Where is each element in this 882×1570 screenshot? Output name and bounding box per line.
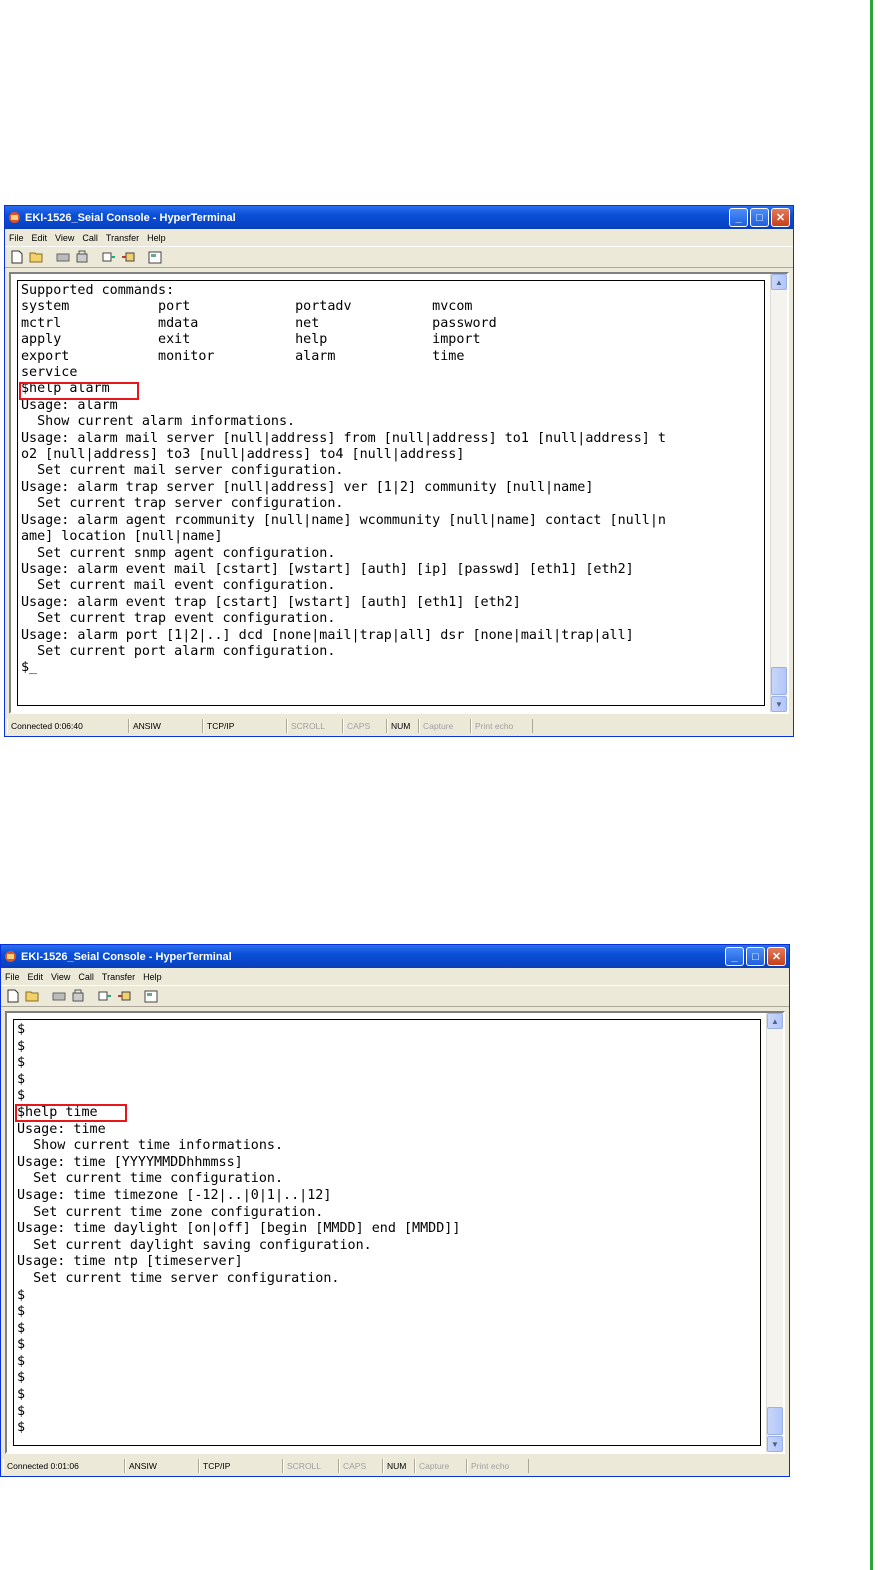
status-connected: Connected 0:06:40 bbox=[7, 719, 129, 733]
status-emulation: ANSIW bbox=[129, 719, 203, 733]
menu-view[interactable]: View bbox=[51, 972, 70, 982]
scroll-thumb[interactable] bbox=[767, 1407, 783, 1435]
disconnect-icon[interactable] bbox=[55, 249, 71, 265]
maximize-icon[interactable]: □ bbox=[750, 208, 769, 227]
menu-edit[interactable]: Edit bbox=[28, 972, 44, 982]
status-num: NUM bbox=[383, 1459, 415, 1473]
menu-bar: File Edit View Call Transfer Help bbox=[1, 968, 789, 985]
status-emulation: ANSIW bbox=[125, 1459, 199, 1473]
scroll-up-icon[interactable]: ▲ bbox=[767, 1013, 783, 1029]
menu-transfer[interactable]: Transfer bbox=[106, 233, 139, 243]
send-icon[interactable] bbox=[101, 249, 117, 265]
receive-icon[interactable] bbox=[120, 249, 136, 265]
menu-help[interactable]: Help bbox=[143, 972, 162, 982]
title-bar[interactable]: EKI-1526_Seial Console - HyperTerminal _… bbox=[5, 206, 793, 229]
vertical-scrollbar[interactable]: ▲ ▼ bbox=[766, 1013, 783, 1452]
send-icon[interactable] bbox=[97, 988, 113, 1004]
title-bar[interactable]: EKI-1526_Seial Console - HyperTerminal _… bbox=[1, 945, 789, 968]
hyperterminal-app-icon bbox=[5, 951, 16, 962]
menu-file[interactable]: File bbox=[5, 972, 20, 982]
status-print-echo: Print echo bbox=[467, 1459, 529, 1473]
window-title: EKI-1526_Seial Console - HyperTerminal bbox=[21, 950, 232, 963]
status-scroll: SCROLL bbox=[287, 719, 343, 733]
menu-view[interactable]: View bbox=[55, 233, 74, 243]
disconnect-icon[interactable] bbox=[51, 988, 67, 1004]
terminal-area[interactable]: $ $ $ $ $ $help time Usage: time Show cu… bbox=[5, 1011, 785, 1454]
close-icon[interactable]: ✕ bbox=[771, 208, 790, 227]
minimize-icon[interactable]: _ bbox=[729, 208, 748, 227]
terminal-output: $ $ $ $ $ $help time Usage: time Show cu… bbox=[17, 1022, 461, 1436]
properties-icon[interactable] bbox=[143, 988, 159, 1004]
status-caps: CAPS bbox=[343, 719, 387, 733]
status-num: NUM bbox=[387, 719, 419, 733]
new-icon[interactable] bbox=[5, 988, 21, 1004]
hyperterminal-window-alarm: EKI-1526_Seial Console - HyperTerminal _… bbox=[4, 205, 794, 737]
menu-help[interactable]: Help bbox=[147, 233, 166, 243]
menu-call[interactable]: Call bbox=[78, 972, 94, 982]
scroll-down-icon[interactable]: ▼ bbox=[771, 696, 787, 712]
terminal-screen[interactable]: $ $ $ $ $ $help time Usage: time Show cu… bbox=[13, 1019, 761, 1446]
status-protocol: TCP/IP bbox=[203, 719, 287, 733]
status-protocol: TCP/IP bbox=[199, 1459, 283, 1473]
menu-file[interactable]: File bbox=[9, 233, 24, 243]
menu-bar: File Edit View Call Transfer Help bbox=[5, 229, 793, 246]
hyperterminal-window-time: EKI-1526_Seial Console - HyperTerminal _… bbox=[0, 944, 790, 1477]
open-icon[interactable] bbox=[24, 988, 40, 1004]
status-capture: Capture bbox=[419, 719, 471, 733]
page-margin-rule bbox=[870, 0, 873, 1570]
status-print-echo: Print echo bbox=[471, 719, 533, 733]
hyperterminal-app-icon bbox=[9, 212, 20, 223]
status-bar: Connected 0:06:40 ANSIW TCP/IP SCROLL CA… bbox=[5, 716, 793, 736]
scroll-thumb[interactable] bbox=[771, 667, 787, 695]
scroll-down-icon[interactable]: ▼ bbox=[767, 1436, 783, 1452]
status-scroll: SCROLL bbox=[283, 1459, 339, 1473]
close-icon[interactable]: ✕ bbox=[767, 947, 786, 966]
status-connected: Connected 0:01:06 bbox=[3, 1459, 125, 1473]
window-title: EKI-1526_Seial Console - HyperTerminal bbox=[25, 211, 236, 224]
status-bar: Connected 0:01:06 ANSIW TCP/IP SCROLL CA… bbox=[1, 1456, 789, 1476]
new-icon[interactable] bbox=[9, 249, 25, 265]
terminal-screen[interactable]: Supported commands: system port portadv … bbox=[17, 280, 765, 706]
dial-icon[interactable] bbox=[70, 988, 86, 1004]
highlight-box-help-time bbox=[15, 1104, 127, 1122]
maximize-icon[interactable]: □ bbox=[746, 947, 765, 966]
dial-icon[interactable] bbox=[74, 249, 90, 265]
highlight-box-help-alarm bbox=[19, 382, 139, 400]
toolbar bbox=[1, 985, 789, 1007]
properties-icon[interactable] bbox=[147, 249, 163, 265]
receive-icon[interactable] bbox=[116, 988, 132, 1004]
menu-edit[interactable]: Edit bbox=[32, 233, 48, 243]
vertical-scrollbar[interactable]: ▲ ▼ bbox=[770, 274, 787, 712]
terminal-area[interactable]: Supported commands: system port portadv … bbox=[9, 272, 789, 714]
toolbar bbox=[5, 246, 793, 268]
minimize-icon[interactable]: _ bbox=[725, 947, 744, 966]
scroll-up-icon[interactable]: ▲ bbox=[771, 274, 787, 290]
menu-transfer[interactable]: Transfer bbox=[102, 972, 135, 982]
open-icon[interactable] bbox=[28, 249, 44, 265]
status-capture: Capture bbox=[415, 1459, 467, 1473]
menu-call[interactable]: Call bbox=[82, 233, 98, 243]
status-caps: CAPS bbox=[339, 1459, 383, 1473]
terminal-output: Supported commands: system port portadv … bbox=[21, 283, 666, 676]
